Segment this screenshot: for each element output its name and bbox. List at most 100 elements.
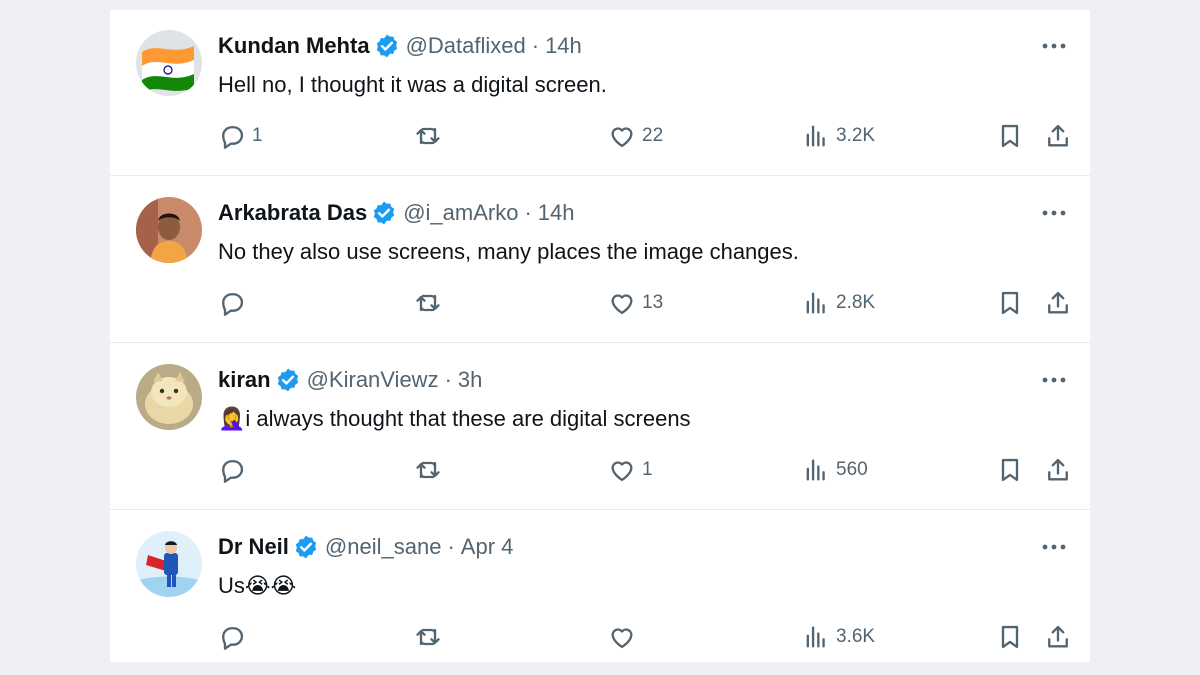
reply-post[interactable]: Kundan Mehta @Dataflixed · 14h Hell no, …: [110, 10, 1090, 176]
bookmark-button[interactable]: [996, 621, 1024, 653]
action-bar: 3.6K: [218, 621, 1078, 653]
like-button[interactable]: 22: [608, 120, 663, 152]
view-count: 3.6K: [836, 626, 876, 647]
reply-count: 1: [252, 125, 263, 146]
separator-dot: ·: [444, 367, 452, 392]
share-upload-icon: [1048, 291, 1068, 314]
view-count: 560: [836, 459, 868, 480]
reply-bubble-icon: [222, 460, 244, 483]
like-button[interactable]: 1: [608, 454, 653, 486]
like-count: 13: [642, 292, 664, 313]
bookmark-button[interactable]: [996, 287, 1024, 319]
more-dots-icon[interactable]: [1036, 366, 1072, 394]
separator-dot: ·: [524, 200, 532, 225]
like-count: 1: [642, 459, 653, 480]
retweet-button[interactable]: [414, 454, 448, 486]
heart-icon: [611, 628, 633, 649]
action-bar: 1 560: [218, 454, 1078, 486]
reply-bubble-icon: [222, 627, 244, 650]
like-button[interactable]: 13: [608, 287, 663, 319]
heart-icon: [611, 461, 633, 482]
retweet-button[interactable]: [414, 120, 448, 152]
reply-bubble-icon: [222, 293, 244, 316]
user-handle[interactable]: @KiranViewz: [307, 367, 439, 393]
share-button[interactable]: [1044, 120, 1072, 152]
action-bar: 13 2.8K: [218, 287, 1078, 319]
reply-post[interactable]: kiran @KiranViewz · 3h 🤦‍♀️ i always tho…: [110, 344, 1090, 510]
share-button[interactable]: [1044, 454, 1072, 486]
share-upload-icon: [1048, 458, 1068, 481]
post-text: Us 😭😭: [218, 571, 296, 601]
reply-bubble-icon: [222, 126, 244, 149]
verified-badge-icon: [293, 534, 319, 560]
verified-badge-icon: [374, 33, 400, 59]
post-time[interactable]: 3h: [458, 367, 482, 393]
views-button[interactable]: 560: [802, 454, 868, 486]
post-body: Hell no, I thought it was a digital scre…: [218, 72, 607, 97]
separator-dot: ·: [531, 33, 540, 58]
post-body: Us: [218, 573, 245, 598]
more-dots-icon[interactable]: [1036, 32, 1072, 60]
display-name[interactable]: kiran: [218, 367, 271, 393]
user-handle[interactable]: @neil_sane: [325, 534, 442, 560]
post-text: 🤦‍♀️ i always thought that these are dig…: [218, 404, 691, 434]
display-name[interactable]: Kundan Mehta: [218, 33, 370, 59]
retweet-icon: [416, 461, 440, 479]
analytics-bars-icon: [806, 125, 825, 147]
avatar[interactable]: [136, 531, 202, 597]
retweet-icon: [416, 127, 440, 145]
avatar[interactable]: [136, 364, 202, 430]
retweet-icon: [416, 628, 440, 646]
avatar[interactable]: [136, 197, 202, 263]
share-upload-icon: [1048, 124, 1068, 147]
views-button[interactable]: 3.2K: [802, 120, 875, 152]
bookmark-button[interactable]: [996, 454, 1024, 486]
post-body: No they also use screens, many places th…: [218, 239, 799, 264]
retweet-button[interactable]: [414, 621, 448, 653]
reply-button[interactable]: [218, 621, 252, 653]
avatar[interactable]: [136, 30, 202, 96]
share-upload-icon: [1048, 625, 1068, 648]
user-handle[interactable]: @i_amArko: [403, 200, 518, 226]
user-handle[interactable]: @Dataflixed: [406, 33, 526, 59]
views-button[interactable]: 3.6K: [802, 621, 875, 653]
bookmark-icon: [1001, 625, 1019, 649]
like-count: 22: [642, 125, 664, 146]
post-time[interactable]: 14h: [538, 200, 575, 226]
post-time[interactable]: 14h: [545, 33, 582, 59]
reply-post[interactable]: Dr Neil @neil_sane · Apr 4 Us 😭😭 3.6K: [110, 511, 1090, 662]
post-text: No they also use screens, many places th…: [218, 237, 799, 267]
reply-button[interactable]: 1: [218, 120, 263, 152]
more-dots-icon[interactable]: [1036, 199, 1072, 227]
separator-dot: ·: [447, 534, 455, 559]
share-button[interactable]: [1044, 621, 1072, 653]
post-body: i always thought that these are digital …: [245, 406, 691, 431]
bookmark-icon: [1001, 291, 1019, 315]
reply-feed: Kundan Mehta @Dataflixed · 14h Hell no, …: [110, 10, 1090, 662]
bookmark-button[interactable]: [996, 120, 1024, 152]
heart-icon: [611, 294, 633, 315]
action-bar: 1 22 3.2K: [218, 120, 1078, 152]
analytics-bars-icon: [806, 292, 825, 314]
analytics-bars-icon: [806, 459, 825, 481]
retweet-icon: [416, 294, 440, 312]
verified-badge-icon: [275, 367, 301, 393]
share-button[interactable]: [1044, 287, 1072, 319]
heart-icon: [611, 127, 633, 148]
post-emoji: 🤦‍♀️: [218, 406, 246, 432]
reply-post[interactable]: Arkabrata Das @i_amArko · 14h No they al…: [110, 177, 1090, 343]
post-time[interactable]: Apr 4: [461, 534, 514, 560]
post-emoji: 😭😭: [244, 573, 297, 599]
like-button[interactable]: [608, 621, 642, 653]
more-dots-icon[interactable]: [1036, 533, 1072, 561]
reply-button[interactable]: [218, 287, 252, 319]
reply-button[interactable]: [218, 454, 252, 486]
display-name[interactable]: Dr Neil: [218, 534, 289, 560]
bookmark-icon: [1001, 458, 1019, 482]
bookmark-icon: [1001, 124, 1019, 148]
post-text: Hell no, I thought it was a digital scre…: [218, 70, 607, 100]
display-name[interactable]: Arkabrata Das: [218, 200, 367, 226]
views-button[interactable]: 2.8K: [802, 287, 875, 319]
view-count: 2.8K: [836, 292, 876, 313]
retweet-button[interactable]: [414, 287, 448, 319]
